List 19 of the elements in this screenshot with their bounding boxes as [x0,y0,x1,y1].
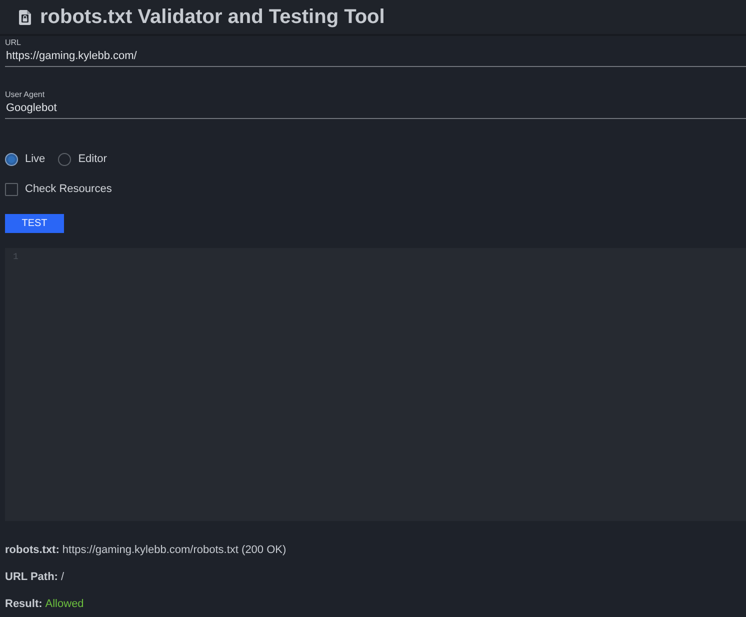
result-label: URL Path: [5,571,58,583]
text-field[interactable]: Googlebot [5,100,746,119]
result-value: / [60,571,64,583]
field-label: URL [5,38,22,48]
file-lock-icon [19,10,31,24]
result-value: https://gaming.kylebb.com/robots.txt (200 OK) [62,544,286,556]
result-value: Allowed [45,598,84,610]
result-label: Result: [5,598,42,610]
radio-button[interactable] [58,152,72,166]
checkbox[interactable] [5,182,18,196]
result-label: robots.txt: [5,544,60,556]
checkbox-label[interactable]: Check Resources [25,183,112,195]
page-title: robots.txt Validator and Testing Tool [40,6,385,28]
text-field[interactable]: https://gaming.kylebb.com/ [5,48,746,67]
field-label: User Agent [5,90,45,100]
radio-button[interactable] [5,152,18,166]
radio-label[interactable]: Editor [78,153,107,165]
test-button[interactable]: TEST [5,214,64,233]
radio-label[interactable]: Live [25,153,46,165]
